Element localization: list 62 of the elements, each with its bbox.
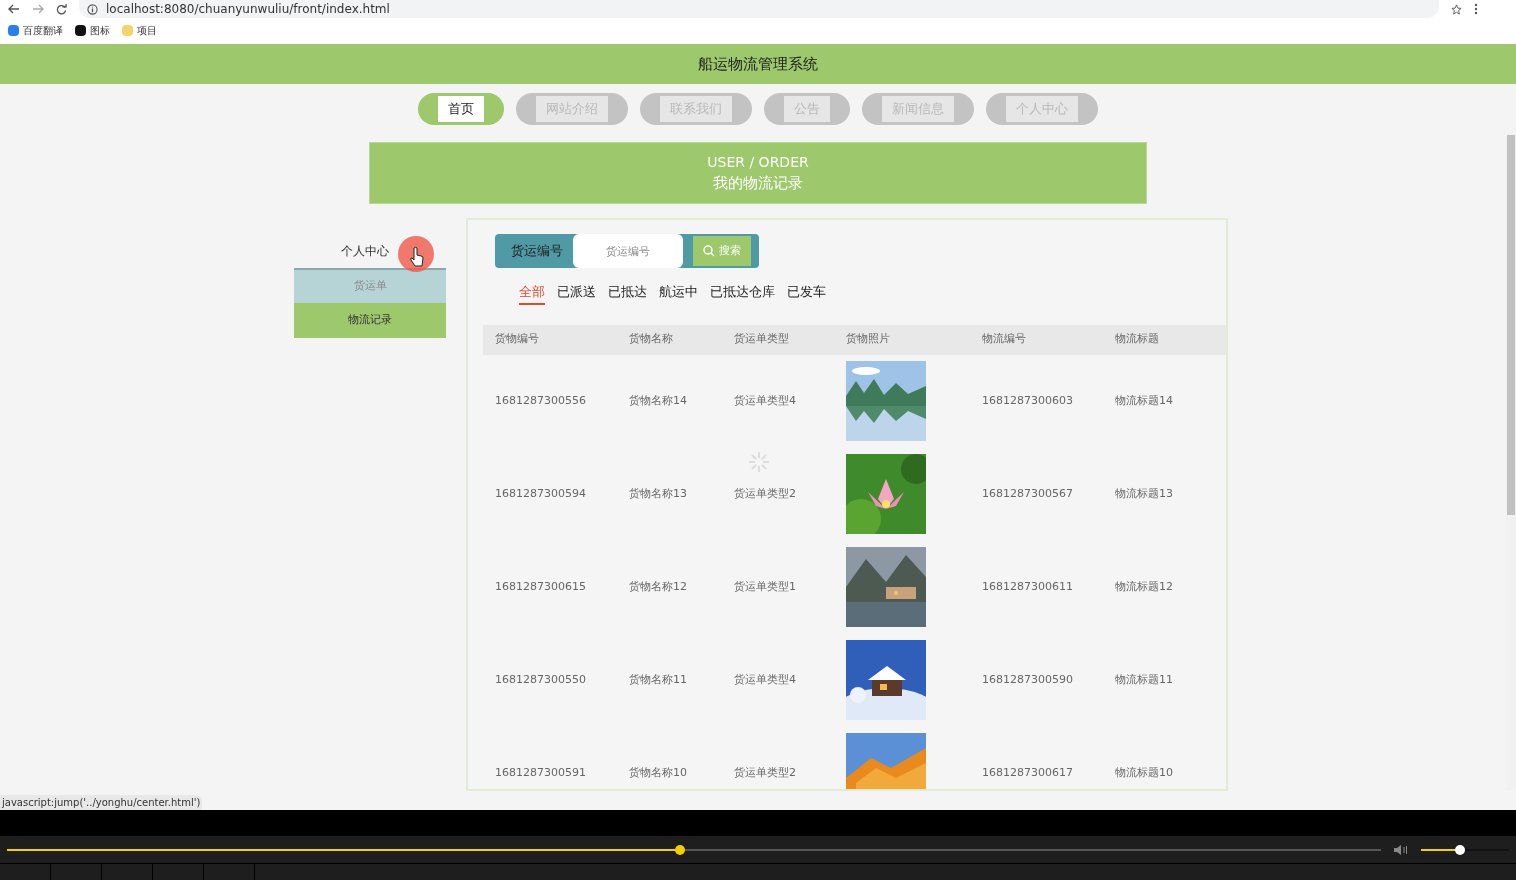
table-cell-text: 物流标题13 — [1115, 485, 1174, 502]
table-cell-text: 物流标题14 — [1115, 392, 1174, 409]
column-header: 物流标题 — [1115, 331, 1160, 348]
column-header: 货物名称 — [629, 331, 674, 348]
filter-tab[interactable]: 全部 — [519, 282, 545, 305]
table-cell-text: 1681287300611 — [982, 578, 1074, 595]
sidebar-item[interactable]: 物流记录 — [294, 303, 446, 338]
banner-subtitle: USER / ORDER — [707, 153, 809, 172]
table-cell-text: 货物名称10 — [629, 764, 688, 781]
table-cell-text: 1681287300617 — [982, 764, 1074, 781]
reload-icon[interactable] — [56, 3, 67, 15]
banner-title: 我的物流记录 — [713, 173, 803, 194]
filter-tab[interactable]: 已派送 — [557, 282, 596, 305]
column-header: 货运单类型 — [734, 331, 790, 348]
table-cell-text: 1681287300556 — [495, 392, 587, 409]
address-bar[interactable]: localhost:8080/chuanyunwuliu/front/index.html — [79, 0, 1439, 18]
table-cell-text: 1681287300550 — [495, 671, 587, 688]
volume-thumb[interactable] — [1454, 844, 1465, 855]
column-header: 货物照片 — [846, 331, 891, 348]
table-cell-text: 货运单类型4 — [734, 392, 797, 409]
table-cell-text: 1681287300603 — [982, 392, 1074, 409]
cursor-highlight-icon — [398, 236, 434, 272]
table-cell-text: 货物名称11 — [629, 671, 688, 688]
back-icon[interactable] — [8, 4, 20, 14]
info-icon — [87, 3, 98, 15]
table-cell-text: 货运单类型4 — [734, 671, 797, 688]
filter-tab[interactable]: 已发车 — [787, 282, 826, 305]
table-cell-text: 货运单类型2 — [734, 764, 797, 781]
table-cell-text: 货物名称13 — [629, 485, 688, 502]
search-icon — [703, 245, 715, 257]
search-label: 货运编号 — [511, 242, 563, 261]
table-cell-text: 1681287300615 — [495, 578, 587, 595]
table-cell-text: 1681287300567 — [982, 485, 1074, 502]
nav-tab[interactable]: 首页 — [418, 93, 504, 125]
table-cell-text: 1681287300594 — [495, 485, 587, 502]
table-cell-text: 物流标题10 — [1115, 764, 1174, 781]
site-title: 船运物流管理系统 — [698, 53, 818, 75]
loading-spinner-icon — [748, 451, 770, 473]
column-header: 货物编号 — [495, 331, 540, 348]
menu-icon[interactable] — [1474, 3, 1478, 15]
bookmark[interactable]: 项目 — [122, 22, 157, 38]
filter-tab[interactable]: 航运中 — [659, 282, 698, 305]
filter-tab[interactable]: 已抵达 — [608, 282, 647, 305]
bookmark[interactable]: 图标 — [75, 22, 110, 38]
table-cell-text: 货运单类型1 — [734, 578, 797, 595]
star-icon[interactable] — [1451, 3, 1462, 15]
url-text: localhost:8080/chuanyunwuliu/front/index.html — [106, 1, 390, 18]
table-cell-text: 物流标题12 — [1115, 578, 1174, 595]
table-cell-text: 货物名称12 — [629, 578, 688, 595]
column-header: 物流编号 — [982, 331, 1027, 348]
filter-tab[interactable]: 已抵达仓库 — [710, 282, 775, 305]
progress-thumb[interactable] — [675, 844, 686, 855]
bookmark[interactable]: 百度翻译 — [8, 22, 63, 38]
status-link-text: javascript:jump('../yonghu/center.html') — [0, 795, 203, 810]
volume-icon[interactable] — [1393, 843, 1409, 856]
table-cell-text: 货运单类型2 — [734, 485, 797, 502]
search-field[interactable]: 货运编号 — [573, 234, 683, 268]
sidebar-title: 个人中心 — [341, 243, 389, 260]
table-cell-text: 货物名称14 — [629, 392, 688, 409]
table-cell-text: 物流标题11 — [1115, 671, 1174, 688]
table-cell-text: 1681287300590 — [982, 671, 1074, 688]
table-cell-text: 1681287300591 — [495, 764, 587, 781]
